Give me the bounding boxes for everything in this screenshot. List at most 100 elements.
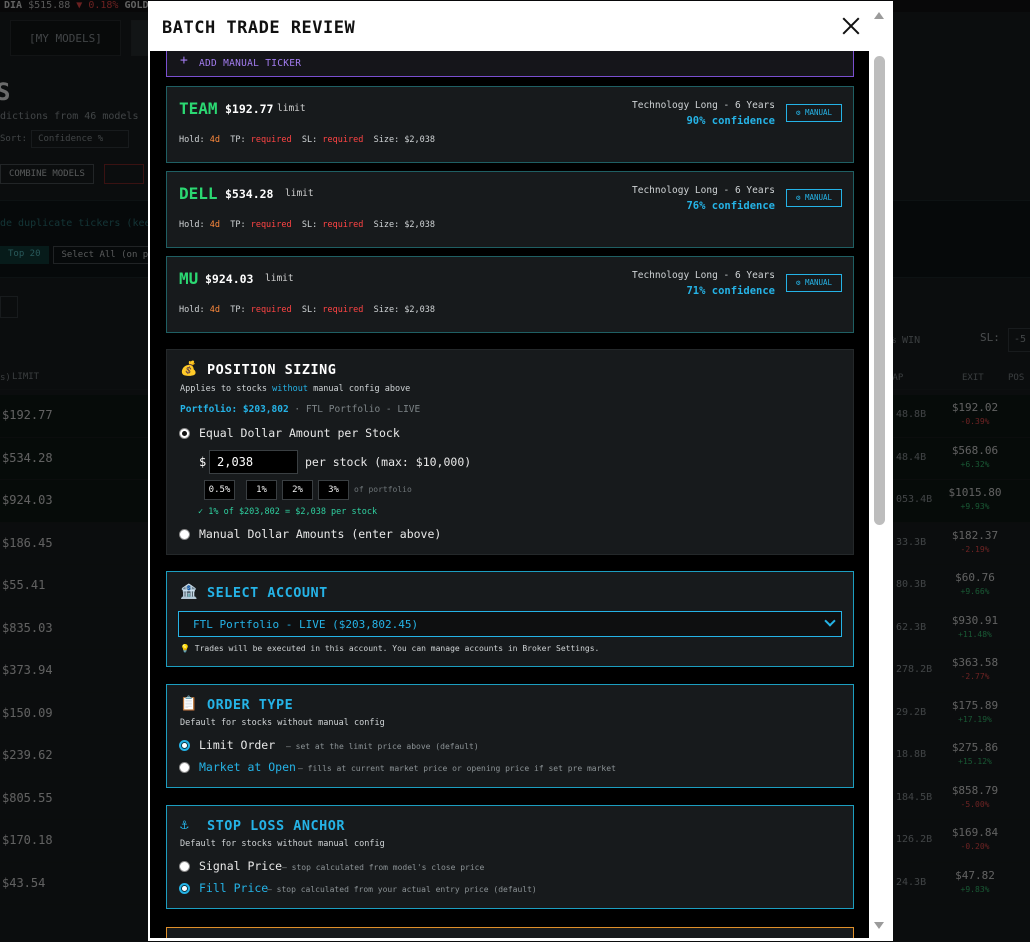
- next-section-edge: [166, 927, 854, 938]
- limit-order-radio[interactable]: [179, 740, 190, 751]
- manual-config-button[interactable]: ⚙ MANUAL: [786, 104, 842, 122]
- stock-limit-price: $192.77: [225, 102, 274, 116]
- market-open-desc: — fills at current market price or openi…: [298, 764, 616, 773]
- size-label: Size:: [373, 305, 400, 315]
- account-select-value: FTL Portfolio - LIVE ($203,802.45): [193, 618, 419, 631]
- row-exit-price: $1015.80: [948, 486, 1002, 499]
- row-limit-price: $170.18: [2, 833, 53, 847]
- order-type-subtitle: Default for stocks without manual config: [180, 718, 385, 728]
- sl-label: SL:: [301, 135, 318, 145]
- position-sizing-title: POSITION SIZING: [207, 362, 337, 378]
- row-limit-price: $239.62: [2, 748, 53, 762]
- top-20-button[interactable]: Top 20: [0, 246, 49, 264]
- row-exit-price: $47.82: [955, 868, 995, 882]
- currency-symbol: $: [199, 455, 207, 469]
- hold-label: Hold:: [179, 135, 205, 145]
- fill-price-label: Fill Price: [199, 881, 269, 895]
- row-exit-change: -2.19%: [960, 544, 990, 554]
- tp-value: required: [250, 305, 292, 315]
- manual-config-button[interactable]: ⚙ MANUAL: [786, 189, 842, 207]
- row-limit-price: $835.03: [2, 620, 53, 635]
- fill-price-desc: — stop calculated from your actual entry…: [267, 885, 537, 894]
- pct-button-1[interactable]: 1%: [246, 480, 277, 500]
- row-exit-change: +6.32%: [960, 459, 990, 469]
- row-exit-price: $363.58: [951, 656, 999, 669]
- select-account-section: 🏦 SELECT ACCOUNT FTL Portfolio - LIVE ($…: [166, 571, 854, 667]
- limit-order-desc: — set at the limit price above (default): [286, 742, 479, 751]
- row-exit-change: -0.39%: [960, 417, 990, 426]
- sort-select[interactable]: Confidence %: [31, 130, 130, 148]
- col-win: % WIN: [890, 335, 921, 346]
- size-value: $2,038: [404, 220, 436, 230]
- manual-amounts-radio[interactable]: [179, 529, 190, 540]
- pct-button-3[interactable]: 3%: [318, 480, 349, 500]
- of-portfolio-label: of portfolio: [354, 485, 412, 494]
- market-open-radio[interactable]: [179, 762, 190, 773]
- row-exit-change: -5.00%: [960, 799, 990, 809]
- stock-card: MU $924.03 limit Technology Long - 6 Yea…: [166, 256, 854, 333]
- sort-row: Sort: Confidence %: [0, 130, 130, 148]
- sl-input[interactable]: -5: [1008, 328, 1030, 352]
- duplicate-tickers-note: de duplicate tickers (kee: [0, 218, 151, 229]
- row-limit-price: $43.54: [2, 875, 46, 890]
- sl-value: required: [322, 135, 364, 145]
- lightbulb-icon: 💡: [180, 644, 190, 653]
- account-note: 💡 Trades will be executed in this accoun…: [180, 644, 599, 653]
- stock-symbol: DELL: [179, 184, 218, 203]
- equal-amount-radio[interactable]: [179, 428, 190, 439]
- modal-scroll-content[interactable]: + ADD MANUAL TICKER TEAM $192.77 limit T…: [150, 51, 869, 938]
- row-market-cap: 62.3B: [896, 621, 927, 633]
- portfolio-value: Portfolio: $203,802: [180, 404, 289, 415]
- row-exit-price: $858.79: [951, 783, 999, 797]
- modal-scrollbar[interactable]: [871, 11, 888, 936]
- row-market-cap: 48.4B: [896, 451, 927, 463]
- scroll-thumb[interactable]: [874, 56, 885, 525]
- manual-amounts-label: Manual Dollar Amounts (enter above): [199, 527, 442, 541]
- row-exit-change: +9.66%: [960, 587, 990, 596]
- tab-my-models[interactable]: [MY MODELS]: [10, 20, 121, 56]
- stock-meta: Hold: 4d TP: required SL: required Size:…: [179, 220, 435, 230]
- row-market-cap: 184.5B: [896, 791, 933, 803]
- pct-button-2[interactable]: 2%: [282, 480, 313, 500]
- manual-config-button[interactable]: ⚙ MANUAL: [786, 274, 842, 292]
- col-limit: LIMIT: [12, 372, 40, 382]
- sl-label: SL:: [301, 220, 318, 230]
- strategy-label: Technology Long - 6 Years: [632, 100, 775, 111]
- stop-loss-anchor-section: ⚓ STOP LOSS ANCHOR Default for stocks wi…: [166, 805, 854, 909]
- pagination-prev-button[interactable]: [0, 296, 18, 318]
- scroll-down-arrow-icon[interactable]: [874, 922, 884, 929]
- row-market-cap: 24.3B: [896, 876, 927, 888]
- fill-price-radio[interactable]: [179, 883, 190, 894]
- account-select[interactable]: FTL Portfolio - LIVE ($203,802.45): [178, 611, 842, 637]
- hold-value: 4d: [209, 305, 220, 315]
- row-exit-change: +9.93%: [960, 502, 990, 511]
- page-subtitle: dictions from 46 models: [0, 111, 139, 122]
- select-all-button[interactable]: Select All (on pa: [52, 246, 149, 264]
- signal-price-radio[interactable]: [179, 861, 190, 872]
- row-limit-price: $924.03: [2, 493, 53, 507]
- red-button[interactable]: [103, 164, 144, 184]
- position-sizing-section: 💰 POSITION SIZING Applies to stocks with…: [166, 349, 854, 555]
- scroll-up-arrow-icon[interactable]: [874, 12, 884, 19]
- calculation-note: ✓ 1% of $203,802 = $2,038 per stock: [198, 507, 378, 517]
- hold-label: Hold:: [179, 220, 205, 230]
- limit-order-label: Limit Order: [199, 738, 276, 752]
- row-exit-price: $60.76: [955, 571, 995, 584]
- tp-label: TP:: [230, 135, 246, 145]
- portfolio-account: FTL Portfolio - LIVE: [305, 404, 421, 415]
- stock-limit-price: $534.28: [225, 187, 274, 201]
- modal-title: BATCH TRADE REVIEW: [162, 18, 356, 38]
- add-manual-ticker-button[interactable]: + ADD MANUAL TICKER: [166, 51, 854, 77]
- pct-button-0-5[interactable]: 0.5%: [204, 480, 235, 500]
- close-icon[interactable]: [840, 13, 862, 39]
- add-manual-ticker-label: ADD MANUAL TICKER: [199, 58, 302, 69]
- ticker-change: ▼ 0.18%: [76, 0, 119, 11]
- order-type-title: ORDER TYPE: [207, 697, 294, 713]
- order-kind: limit: [285, 188, 314, 199]
- order-kind: limit: [277, 103, 306, 114]
- amount-per-stock-input[interactable]: [209, 450, 298, 474]
- confidence-value: 71% confidence: [686, 285, 775, 297]
- row-exit-change: -0.20%: [960, 842, 990, 851]
- anchor-icon: ⚓: [180, 817, 189, 833]
- combine-models-button[interactable]: COMBINE MODELS: [0, 164, 94, 184]
